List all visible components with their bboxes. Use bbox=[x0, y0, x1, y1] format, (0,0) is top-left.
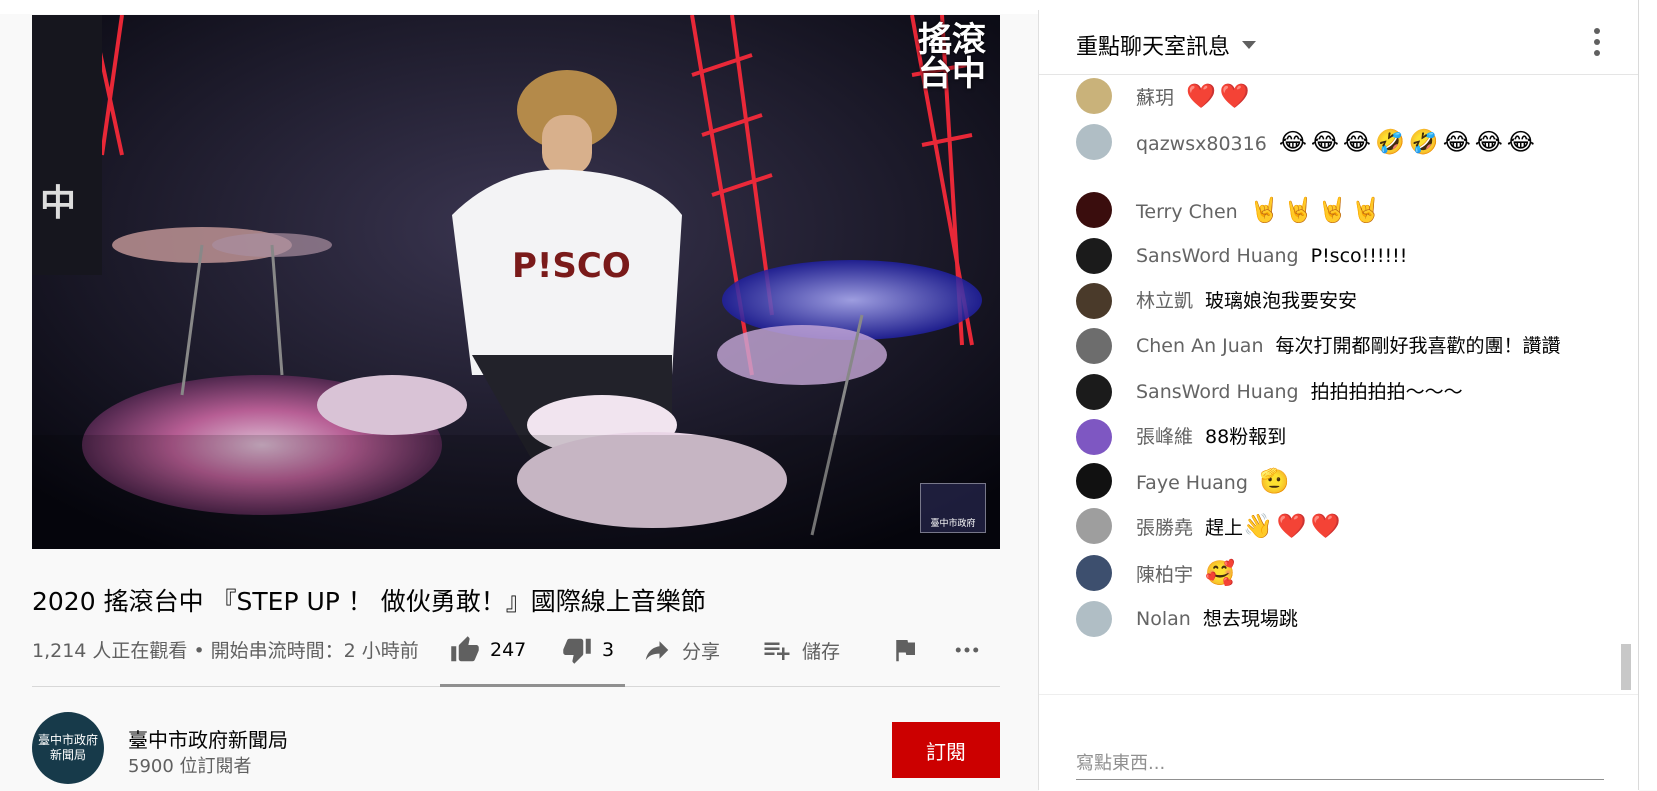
chat-author[interactable]: Nolan bbox=[1136, 608, 1191, 630]
chat-message-line: 張峰維 88粉報到 bbox=[1136, 423, 1606, 451]
chat-avatar[interactable] bbox=[1076, 78, 1112, 114]
page-scrollbar[interactable] bbox=[1638, 0, 1657, 790]
chat-avatar[interactable] bbox=[1076, 328, 1112, 364]
chat-message-line: Terry Chen 🤘🤘🤘🤘 bbox=[1136, 196, 1606, 226]
more-actions-button[interactable] bbox=[952, 632, 982, 668]
chat-input[interactable] bbox=[1076, 747, 1604, 780]
chat-avatar[interactable] bbox=[1076, 283, 1112, 319]
chat-avatar[interactable] bbox=[1076, 508, 1112, 544]
chat-message-line: 張勝堯 趕上👋❤️❤️ bbox=[1136, 512, 1606, 542]
video-frame: 中 P!SCO bbox=[32, 15, 1000, 549]
chat-avatar[interactable] bbox=[1076, 463, 1112, 499]
chat-emoji: 🤘🤘🤘🤘 bbox=[1249, 196, 1386, 224]
chat-avatar[interactable] bbox=[1076, 124, 1112, 160]
chat-avatar[interactable] bbox=[1076, 601, 1112, 637]
report-button[interactable] bbox=[890, 632, 920, 668]
subscriber-count: 5900 位訂閱者 bbox=[128, 756, 252, 777]
meta-separator: • bbox=[193, 640, 205, 662]
chat-avatar[interactable] bbox=[1076, 192, 1112, 228]
stream-start: 開始串流時間：2 小時前 bbox=[210, 640, 419, 662]
svg-text:P!SCO: P!SCO bbox=[512, 246, 631, 286]
share-button[interactable]: 分享 bbox=[642, 632, 720, 668]
chat-avatar[interactable] bbox=[1076, 374, 1112, 410]
chat-text: 玻璃娘泡我要安安 bbox=[1205, 290, 1358, 312]
chat-text: 每次打開都剛好我喜歡的團！讚讚 bbox=[1275, 335, 1561, 357]
chat-message-line: Chen An Juan 每次打開都剛好我喜歡的團！讚讚 bbox=[1136, 332, 1606, 360]
chat-avatar[interactable] bbox=[1076, 555, 1112, 591]
chat-message-line: qazwsx80316 😂😂😂🤣🤣😂😂😂 bbox=[1136, 128, 1606, 158]
chat-message-line: 陳柏宇 🥰 bbox=[1136, 559, 1606, 589]
chat-avatar[interactable] bbox=[1076, 419, 1112, 455]
chat-mode-dropdown[interactable]: 重點聊天室訊息 bbox=[1076, 29, 1257, 61]
share-arrow-icon bbox=[645, 641, 669, 660]
chat-author[interactable]: Chen An Juan bbox=[1136, 335, 1264, 357]
like-ratio-bar bbox=[440, 684, 625, 687]
chat-message-list[interactable]: 蘇玥 ❤️❤️ qazwsx80316 😂😂😂🤣🤣😂😂😂 Terry Chen 🤘🤘🤘🤘 S… bbox=[1039, 74, 1639, 694]
video-player[interactable]: 中 P!SCO 搖滾 台中 臺中市政府 bbox=[32, 15, 1000, 549]
save-label: 儲存 bbox=[802, 640, 841, 663]
chat-avatar[interactable] bbox=[1076, 238, 1112, 274]
video-meta-row: 1,214 人正在觀看 • 開始串流時間：2 小時前 247 3 分享 儲存 bbox=[32, 632, 1000, 668]
chat-author[interactable]: qazwsx80316 bbox=[1136, 133, 1267, 155]
chat-input-area bbox=[1039, 694, 1639, 791]
thumbs-up-icon bbox=[451, 636, 479, 662]
chat-emoji: 👋❤️❤️ bbox=[1243, 512, 1345, 540]
chat-text: 拍拍拍拍拍～～～ bbox=[1310, 381, 1463, 403]
chat-author[interactable]: 陳柏宇 bbox=[1136, 564, 1193, 586]
chat-author[interactable]: SansWord Huang bbox=[1136, 245, 1299, 267]
thumbs-down-icon bbox=[563, 638, 591, 664]
like-button[interactable]: 247 bbox=[450, 632, 526, 668]
chat-author[interactable]: Terry Chen bbox=[1136, 201, 1238, 223]
more-horizontal-icon bbox=[955, 647, 979, 653]
chat-text: 88粉報到 bbox=[1205, 426, 1287, 448]
playlist-add-icon bbox=[764, 642, 790, 660]
chat-message-line: Nolan 想去現場跳 bbox=[1136, 605, 1606, 633]
chat-message-line: 蘇玥 ❤️❤️ bbox=[1136, 82, 1606, 112]
kebab-dot bbox=[1594, 28, 1600, 34]
like-count: 247 bbox=[490, 639, 527, 661]
video-badge: 搖滾 台中 bbox=[918, 20, 986, 94]
chat-message-line: SansWord Huang 拍拍拍拍拍～～～ bbox=[1136, 378, 1606, 406]
dislike-count: 3 bbox=[602, 639, 615, 661]
flag-icon bbox=[896, 640, 915, 662]
chat-text: 趕上 bbox=[1205, 517, 1244, 539]
chat-author[interactable]: SansWord Huang bbox=[1136, 381, 1299, 403]
broadcaster-logo: 臺中市政府 bbox=[920, 483, 986, 533]
chat-author[interactable]: 蘇玥 bbox=[1136, 87, 1174, 109]
chat-message-line: Faye Huang 🫡 bbox=[1136, 467, 1606, 497]
chat-author[interactable]: 張勝堯 bbox=[1136, 517, 1193, 539]
chat-message-line: SansWord Huang P!sco!!!!!! bbox=[1136, 242, 1606, 270]
kebab-dot bbox=[1594, 39, 1600, 45]
svg-text:中: 中 bbox=[40, 183, 76, 224]
channel-name[interactable]: 臺中市政府新聞局 bbox=[128, 724, 288, 753]
live-viewers: 1,214 人正在觀看 bbox=[32, 640, 188, 662]
chat-emoji: 😂😂😂🤣🤣😂😂😂 bbox=[1278, 128, 1539, 156]
kebab-dot bbox=[1594, 50, 1600, 56]
chat-author[interactable]: 張峰維 bbox=[1136, 426, 1193, 448]
chat-emoji: 🥰 bbox=[1205, 559, 1239, 587]
chat-scrollbar-thumb[interactable] bbox=[1621, 644, 1631, 690]
chat-more-button[interactable] bbox=[1593, 28, 1601, 58]
save-button[interactable]: 儲存 bbox=[762, 632, 840, 668]
dislike-button[interactable]: 3 bbox=[562, 632, 614, 668]
chat-author[interactable]: Faye Huang bbox=[1136, 472, 1248, 494]
caret-down-icon bbox=[1242, 41, 1257, 49]
share-label: 分享 bbox=[682, 640, 721, 663]
chat-mode-label: 重點聊天室訊息 bbox=[1076, 35, 1231, 60]
chat-header: 重點聊天室訊息 bbox=[1039, 10, 1639, 75]
view-info: 1,214 人正在觀看 • 開始串流時間：2 小時前 bbox=[32, 636, 419, 663]
chat-emoji: 🫡 bbox=[1259, 467, 1294, 495]
live-chat-panel: 重點聊天室訊息 蘇玥 ❤️❤️ qazwsx80316 😂😂😂🤣🤣😂😂😂 Terry C… bbox=[1038, 10, 1639, 791]
subscribe-button[interactable]: 訂閱 bbox=[892, 722, 1000, 778]
chat-emoji: ❤️❤️ bbox=[1186, 82, 1254, 110]
chat-text: 想去現場跳 bbox=[1202, 608, 1298, 630]
chat-text: P!sco!!!!!! bbox=[1310, 245, 1408, 267]
chat-author[interactable]: 林立凱 bbox=[1136, 290, 1193, 312]
channel-avatar[interactable]: 臺中市政府 新聞局 bbox=[32, 712, 104, 784]
channel-avatar-text: 臺中市政府 新聞局 bbox=[37, 733, 98, 762]
chat-message-line: 林立凱 玻璃娘泡我要安安 bbox=[1136, 287, 1606, 315]
video-title: 2020 搖滾台中 『STEP UP ！ 做伙勇敢！』國際線上音樂節 bbox=[32, 587, 706, 616]
